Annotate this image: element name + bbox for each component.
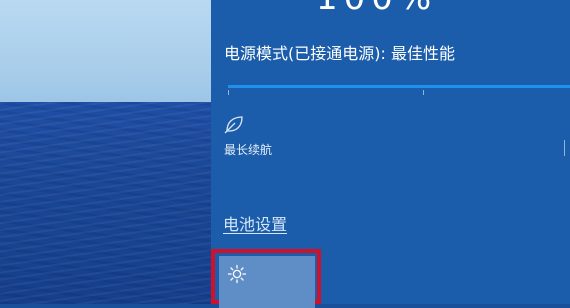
power-mode-label: 电源模式(已接通电源): 最佳性能 [224, 44, 455, 63]
battery-settings-link[interactable]: 电池设置 [223, 211, 287, 235]
battery-percentage: 100% [316, 0, 437, 18]
desktop-wallpaper [0, 0, 211, 304]
power-mode-slider[interactable] [228, 85, 570, 95]
slider-track[interactable] [228, 85, 570, 88]
slider-tick [228, 90, 229, 95]
slider-right-edge [564, 140, 570, 156]
leaf-icon [224, 116, 243, 134]
wallpaper-sea [0, 102, 211, 304]
wallpaper-sky [0, 0, 211, 102]
slider-left-caption: 最长续航 [224, 143, 273, 157]
battery-flyout: 100% 电源模式(已接通电源): 最佳性能 最长续航 电池设置 [211, 0, 570, 308]
slider-tick [423, 90, 424, 95]
brightness-quick-action[interactable] [211, 249, 321, 308]
brightness-sun-icon [227, 264, 247, 284]
brightness-tile-face[interactable] [219, 256, 315, 308]
